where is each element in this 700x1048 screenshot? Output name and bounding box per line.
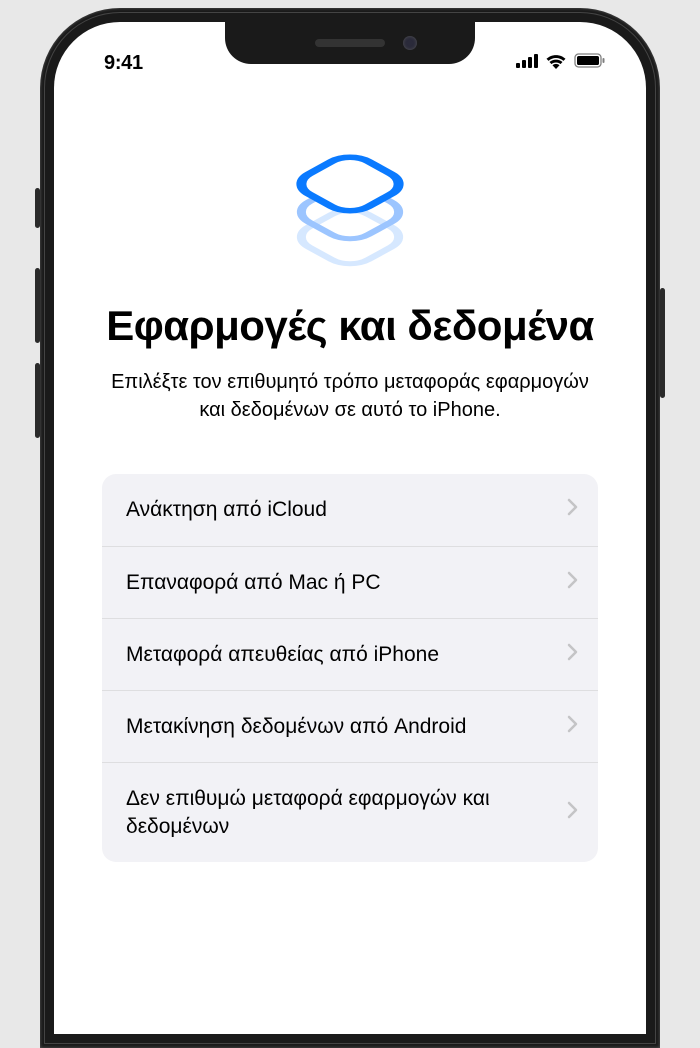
option-transfer-iphone[interactable]: Μεταφορά απευθείας από iPhone xyxy=(102,619,598,691)
notch xyxy=(225,22,475,64)
cellular-icon xyxy=(516,54,538,73)
chevron-right-icon xyxy=(567,571,578,594)
screen: 9:41 xyxy=(54,22,646,1034)
page-subtitle: Επιλέξτε τον επιθυμητό τρόπο μεταφοράς ε… xyxy=(102,368,598,424)
main-content: Εφαρμογές και δεδομένα Επιλέξτε τον επιθ… xyxy=(54,82,646,862)
chevron-right-icon xyxy=(567,498,578,521)
option-label: Επαναφορά από Mac ή PC xyxy=(126,569,567,596)
phone-body: 9:41 xyxy=(40,8,660,1048)
volume-down-button xyxy=(35,363,40,438)
option-label: Μεταφορά απευθείας από iPhone xyxy=(126,641,567,668)
wifi-icon xyxy=(545,53,567,74)
option-restore-mac-pc[interactable]: Επαναφορά από Mac ή PC xyxy=(102,547,598,619)
mute-switch xyxy=(35,188,40,228)
chevron-right-icon xyxy=(567,643,578,666)
status-time: 9:41 xyxy=(104,52,143,75)
option-label: Μετακίνηση δεδομένων από Android xyxy=(126,713,567,740)
option-dont-transfer[interactable]: Δεν επιθυμώ μεταφορά εφαρμογών και δεδομ… xyxy=(102,763,598,862)
option-move-android[interactable]: Μετακίνηση δεδομένων από Android xyxy=(102,691,598,763)
speaker-grille xyxy=(315,39,385,47)
option-restore-icloud[interactable]: Ανάκτηση από iCloud xyxy=(102,474,598,546)
chevron-right-icon xyxy=(567,715,578,738)
options-list: Ανάκτηση από iCloud Επαναφορά από Mac ή … xyxy=(102,474,598,862)
option-label: Ανάκτηση από iCloud xyxy=(126,496,567,523)
apps-data-icon xyxy=(285,142,415,272)
power-button xyxy=(660,288,665,398)
status-icons xyxy=(516,53,606,74)
battery-icon xyxy=(574,53,606,73)
front-camera xyxy=(403,36,417,50)
volume-up-button xyxy=(35,268,40,343)
device-frame: 9:41 xyxy=(0,0,700,1040)
chevron-right-icon xyxy=(567,801,578,824)
page-title: Εφαρμογές και δεδομένα xyxy=(102,302,598,350)
option-label: Δεν επιθυμώ μεταφορά εφαρμογών και δεδομ… xyxy=(126,785,567,840)
